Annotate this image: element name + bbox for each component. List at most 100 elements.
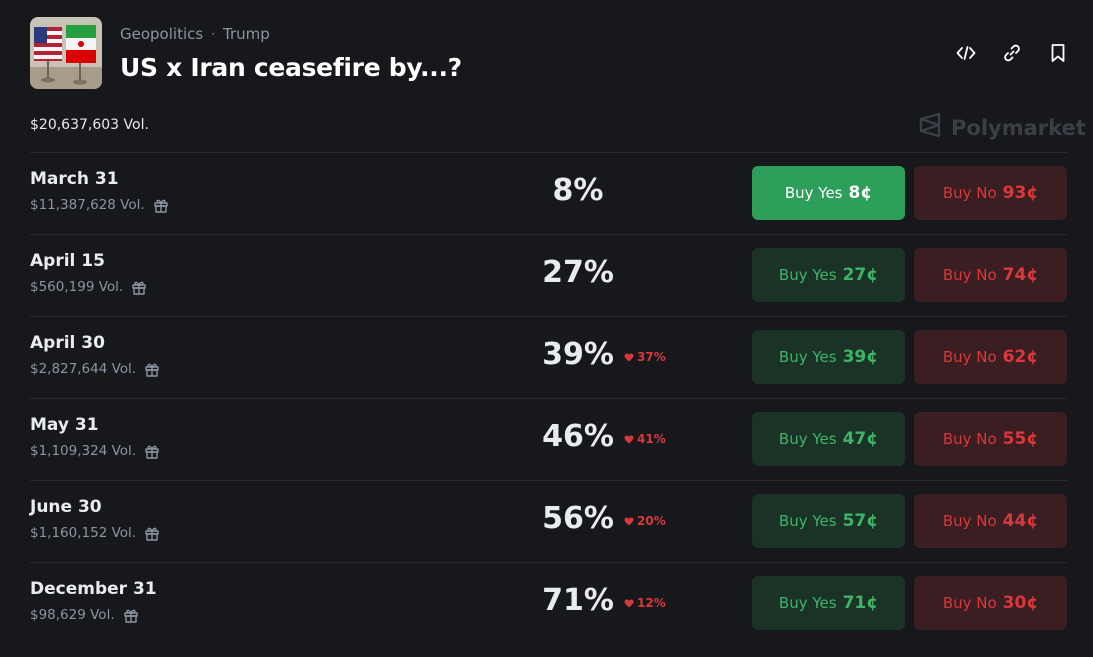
buy-no-label: Buy No	[942, 266, 997, 284]
breadcrumb: Geopolitics · Trump	[120, 25, 270, 43]
outcome-change: 12%	[624, 596, 666, 610]
buy-yes-label: Buy Yes	[778, 594, 837, 612]
outcome-volume-text: $1,109,324 Vol.	[30, 443, 137, 459]
outcome-name: December 31	[30, 579, 157, 599]
outcome-change-value: 41%	[637, 432, 666, 446]
outcome-row[interactable]: April 15 $560,199 Vol. 27% Buy Yes 27¢ Buy No…	[30, 234, 1067, 316]
caret-down-icon	[624, 435, 634, 444]
buy-no-label: Buy No	[942, 430, 997, 448]
buy-no-button[interactable]: Buy No 62¢	[914, 330, 1067, 384]
outcome-row[interactable]: May 31 $1,109,324 Vol. 46% 41% Buy Yes 47¢ Buy…	[30, 398, 1067, 480]
buy-yes-price: 71¢	[842, 593, 879, 613]
buy-yes-price: 8¢	[848, 183, 873, 203]
outcome-volume: $1,160,152 Vol.	[30, 525, 160, 541]
outcome-row[interactable]: December 31 $98,629 Vol. 71% 12% Buy Yes 71¢ B…	[30, 562, 1067, 644]
buy-yes-label: Buy Yes	[778, 266, 837, 284]
buy-no-button[interactable]: Buy No 44¢	[914, 494, 1067, 548]
caret-down-icon	[624, 599, 634, 608]
outcome-percent: 27%	[542, 255, 614, 290]
page-title: US x Iran ceasefire by...?	[120, 53, 462, 82]
outcome-volume-text: $1,160,152 Vol.	[30, 525, 137, 541]
gift-icon[interactable]	[131, 279, 147, 295]
outcome-volume: $560,199 Vol.	[30, 279, 147, 295]
outcome-row[interactable]: April 30 $2,827,644 Vol. 39% 37% Buy Yes 39¢ B…	[30, 316, 1067, 398]
buy-yes-button[interactable]: Buy Yes 57¢	[752, 494, 905, 548]
buy-yes-label: Buy Yes	[778, 512, 837, 530]
buy-no-button[interactable]: Buy No 93¢	[914, 166, 1067, 220]
breadcrumb-category[interactable]: Geopolitics	[120, 25, 203, 43]
outcome-volume-text: $98,629 Vol.	[30, 607, 115, 623]
outcome-change: 37%	[624, 350, 666, 364]
outcome-row[interactable]: March 31 $11,387,628 Vol. 8% Buy Yes 8¢ Buy N…	[30, 152, 1067, 234]
buy-no-label: Buy No	[942, 184, 997, 202]
breadcrumb-separator: ·	[211, 27, 216, 41]
buy-yes-price: 47¢	[842, 429, 879, 449]
outcome-name: April 30	[30, 333, 105, 353]
buy-yes-button[interactable]: Buy Yes 71¢	[752, 576, 905, 630]
buy-yes-button[interactable]: Buy Yes 27¢	[752, 248, 905, 302]
gift-icon[interactable]	[144, 361, 160, 377]
buy-no-label: Buy No	[942, 594, 997, 612]
outcome-percent: 39%	[542, 337, 614, 372]
polymarket-logo-icon	[918, 112, 942, 143]
outcome-name: June 30	[30, 497, 102, 517]
buy-yes-price: 57¢	[842, 511, 879, 531]
buy-no-button[interactable]: Buy No 30¢	[914, 576, 1067, 630]
outcome-percent: 56%	[542, 501, 614, 536]
buy-yes-price: 27¢	[842, 265, 879, 285]
outcome-percent: 46%	[542, 419, 614, 454]
market-header: Geopolitics · Trump US x Iran ceasefire …	[30, 17, 1070, 89]
gift-icon[interactable]	[144, 525, 160, 541]
gift-icon[interactable]	[153, 197, 169, 213]
outcome-volume: $11,387,628 Vol.	[30, 197, 169, 213]
buy-no-price: 74¢	[1002, 265, 1039, 285]
buy-yes-price: 39¢	[842, 347, 879, 367]
embed-icon[interactable]	[954, 41, 978, 65]
outcome-change-value: 37%	[637, 350, 666, 364]
buy-no-price: 93¢	[1002, 183, 1039, 203]
outcome-change-value: 20%	[637, 514, 666, 528]
market-thumbnail-flags	[30, 17, 102, 89]
header-actions	[954, 41, 1070, 65]
buy-yes-button[interactable]: Buy Yes 8¢	[752, 166, 905, 220]
outcome-change-value: 12%	[637, 596, 666, 610]
breadcrumb-tag[interactable]: Trump	[223, 25, 270, 43]
outcome-volume: $98,629 Vol.	[30, 607, 139, 623]
buy-no-price: 55¢	[1002, 429, 1039, 449]
buy-yes-label: Buy Yes	[784, 184, 843, 202]
outcome-change: 20%	[624, 514, 666, 528]
buy-yes-label: Buy Yes	[778, 348, 837, 366]
caret-down-icon	[624, 353, 634, 362]
buy-no-price: 62¢	[1002, 347, 1039, 367]
caret-down-icon	[624, 517, 634, 526]
buy-no-button[interactable]: Buy No 55¢	[914, 412, 1067, 466]
gift-icon[interactable]	[144, 443, 160, 459]
link-icon[interactable]	[1000, 41, 1024, 65]
outcome-percent: 71%	[542, 583, 614, 618]
outcome-volume-text: $11,387,628 Vol.	[30, 197, 145, 213]
outcomes-list: March 31 $11,387,628 Vol. 8% Buy Yes 8¢ Buy N…	[30, 152, 1067, 644]
outcome-volume-text: $2,827,644 Vol.	[30, 361, 137, 377]
buy-yes-label: Buy Yes	[778, 430, 837, 448]
outcome-name: April 15	[30, 251, 105, 271]
buy-no-price: 30¢	[1002, 593, 1039, 613]
outcome-volume-text: $560,199 Vol.	[30, 279, 124, 295]
total-volume: $20,637,603 Vol.	[30, 117, 149, 133]
outcome-change: 41%	[624, 432, 666, 446]
outcome-row[interactable]: June 30 $1,160,152 Vol. 56% 20% Buy Yes 57¢ Bu…	[30, 480, 1067, 562]
gift-icon[interactable]	[123, 607, 139, 623]
outcome-percent: 8%	[552, 173, 604, 208]
buy-yes-button[interactable]: Buy Yes 39¢	[752, 330, 905, 384]
outcome-name: March 31	[30, 169, 119, 189]
buy-yes-button[interactable]: Buy Yes 47¢	[752, 412, 905, 466]
polymarket-wordmark: Polymarket	[951, 115, 1086, 140]
buy-no-label: Buy No	[942, 512, 997, 530]
polymarket-brand: Polymarket	[918, 112, 1086, 143]
outcome-volume: $2,827,644 Vol.	[30, 361, 160, 377]
buy-no-label: Buy No	[942, 348, 997, 366]
buy-no-price: 44¢	[1002, 511, 1039, 531]
bookmark-icon[interactable]	[1046, 41, 1070, 65]
buy-no-button[interactable]: Buy No 74¢	[914, 248, 1067, 302]
outcome-volume: $1,109,324 Vol.	[30, 443, 160, 459]
outcome-name: May 31	[30, 415, 99, 435]
